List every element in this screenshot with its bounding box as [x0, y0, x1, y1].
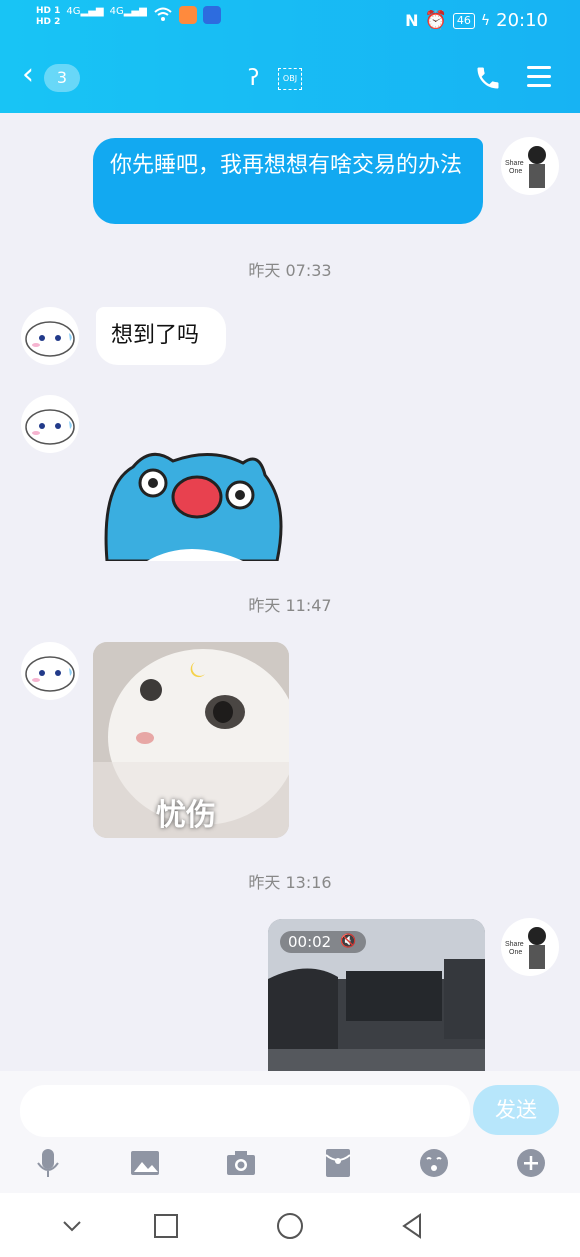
sad-cat-image[interactable]: 忧伤	[93, 642, 289, 838]
contact-message-bubble[interactable]: 想到了吗	[96, 307, 226, 365]
alarm-icon: ⏰	[424, 10, 447, 31]
svg-text:Share: Share	[505, 160, 524, 167]
timestamp: 昨天 13:16	[248, 873, 332, 892]
image-icon[interactable]	[129, 1147, 161, 1179]
system-navigation-bar	[0, 1193, 580, 1257]
nfc-icon: N	[405, 11, 419, 30]
send-button[interactable]: 发送	[473, 1085, 559, 1135]
signal-2-icon: 4G▂▄▆	[109, 6, 147, 17]
app-notification-icon	[178, 6, 197, 24]
collapse-icon[interactable]	[57, 1211, 87, 1241]
battery-indicator: 46	[452, 12, 475, 29]
message-text: 你先睡吧，我再想想有啥交易的办法	[110, 153, 463, 178]
video-duration: 00:02	[288, 933, 332, 951]
mic-icon[interactable]	[32, 1147, 64, 1179]
contact-avatar[interactable]	[21, 307, 79, 365]
plus-icon[interactable]	[515, 1147, 547, 1179]
timestamp: 昨天 07:33	[248, 261, 332, 280]
back-icon[interactable]	[398, 1211, 428, 1241]
home-icon[interactable]	[275, 1211, 305, 1241]
chat-area[interactable]: 你先睡吧，我再想想有啥交易的办法 Share One 昨天 07:33 想到了吗 …	[0, 113, 580, 1071]
contact-avatar[interactable]	[21, 395, 79, 453]
video-duration-pill: 00:02 🔇	[280, 931, 366, 953]
top-bar: HD 1 HD 2 4G▂▄▆ 4G▂▄▆ N ⏰ 46 ϟ 20:10 ‹ 3…	[0, 0, 580, 113]
earpiece-icon[interactable]: ʔ	[248, 66, 259, 91]
obj-indicator: OBJ	[278, 68, 302, 90]
self-message-bubble[interactable]: 你先睡吧，我再想想有啥交易的办法	[93, 138, 483, 224]
phone-call-icon[interactable]	[474, 64, 502, 92]
video-message[interactable]: 00:02 🔇	[268, 919, 485, 1071]
input-bar: 发送	[0, 1071, 580, 1193]
recent-apps-icon[interactable]	[151, 1211, 181, 1241]
timestamp: 昨天 11:47	[248, 596, 332, 615]
hd-indicator: HD 1 HD 2	[36, 6, 60, 28]
charging-icon: ϟ	[480, 12, 491, 29]
hd-top: HD 1	[36, 6, 61, 16]
red-packet-icon[interactable]	[322, 1147, 354, 1179]
status-bar: HD 1 HD 2 4G▂▄▆ 4G▂▄▆ N ⏰ 46 ϟ 20:10	[0, 0, 580, 40]
muted-icon: 🔇	[340, 934, 357, 949]
camera-icon[interactable]	[225, 1147, 257, 1179]
self-avatar[interactable]: Share One	[501, 918, 559, 976]
svg-text:One: One	[509, 949, 522, 956]
emoji-icon[interactable]	[418, 1147, 450, 1179]
sticker-caption: 忧伤	[156, 798, 216, 833]
unread-badge[interactable]: 3	[44, 64, 80, 92]
contact-avatar[interactable]	[21, 642, 79, 700]
wifi-icon	[154, 7, 172, 21]
svg-text:Share: Share	[505, 941, 524, 948]
menu-icon[interactable]	[527, 66, 551, 93]
svg-text:One: One	[509, 168, 522, 175]
hd-bottom: HD 2	[36, 17, 61, 27]
message-input[interactable]	[20, 1085, 470, 1137]
chat-header: ‹ 3 ʔ OBJ	[0, 54, 580, 102]
back-chevron-icon[interactable]: ‹	[22, 60, 34, 90]
self-avatar[interactable]: Share One	[501, 137, 559, 195]
signal-1-icon: 4G▂▄▆	[66, 6, 104, 17]
clock: 20:10	[496, 10, 548, 31]
message-text: 想到了吗	[111, 323, 200, 348]
lightbulb-notification-icon	[202, 6, 221, 24]
cat-sticker[interactable]	[93, 445, 289, 561]
